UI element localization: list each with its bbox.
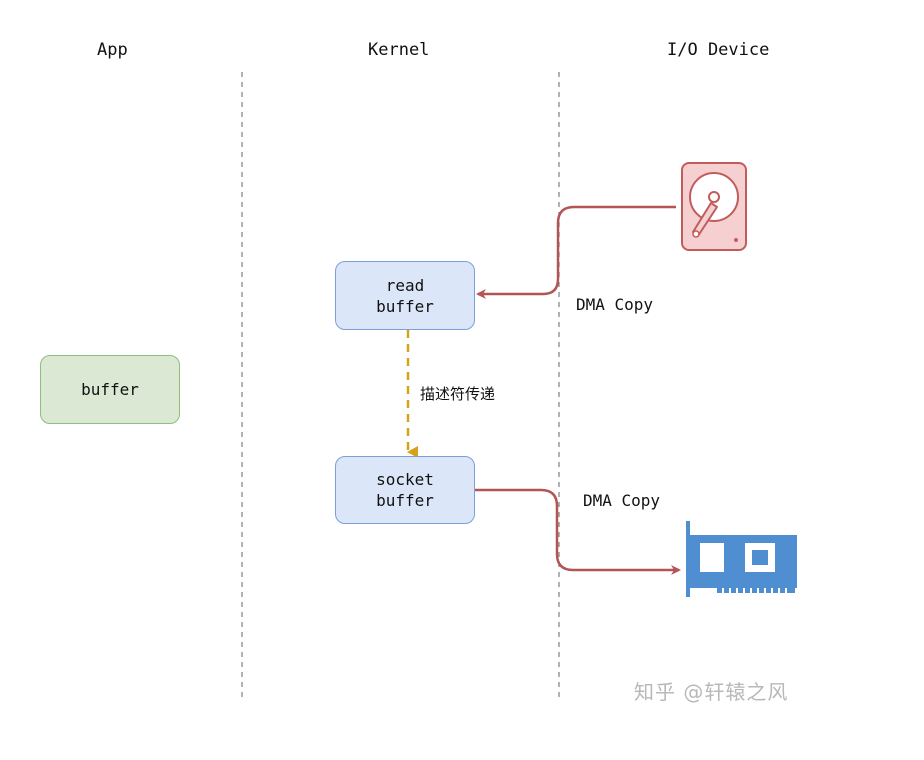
- read-buffer-box: read buffer: [335, 261, 475, 330]
- read-buffer-line2: buffer: [376, 296, 434, 316]
- edge-label-descriptor-passing: 描述符传递: [420, 385, 496, 403]
- read-buffer-line1: read: [385, 275, 425, 295]
- dma-arrow-disk-to-read-buffer: [476, 205, 676, 299]
- hard-disk-icon: [681, 162, 747, 251]
- app-buffer-label: buffer: [81, 380, 139, 399]
- socket-buffer-box: socket buffer: [335, 456, 475, 524]
- network-card-icon: [686, 521, 797, 597]
- socket-buffer-line2: buffer: [376, 491, 434, 510]
- edge-label-dma-copy-socket: DMA Copy: [583, 491, 661, 510]
- app-buffer-box: buffer: [40, 355, 180, 424]
- edge-label-dma-copy-read: DMA Copy: [576, 295, 654, 314]
- socket-buffer-line1: socket: [376, 470, 434, 489]
- watermark: 知乎 @轩辕之风: [634, 680, 789, 704]
